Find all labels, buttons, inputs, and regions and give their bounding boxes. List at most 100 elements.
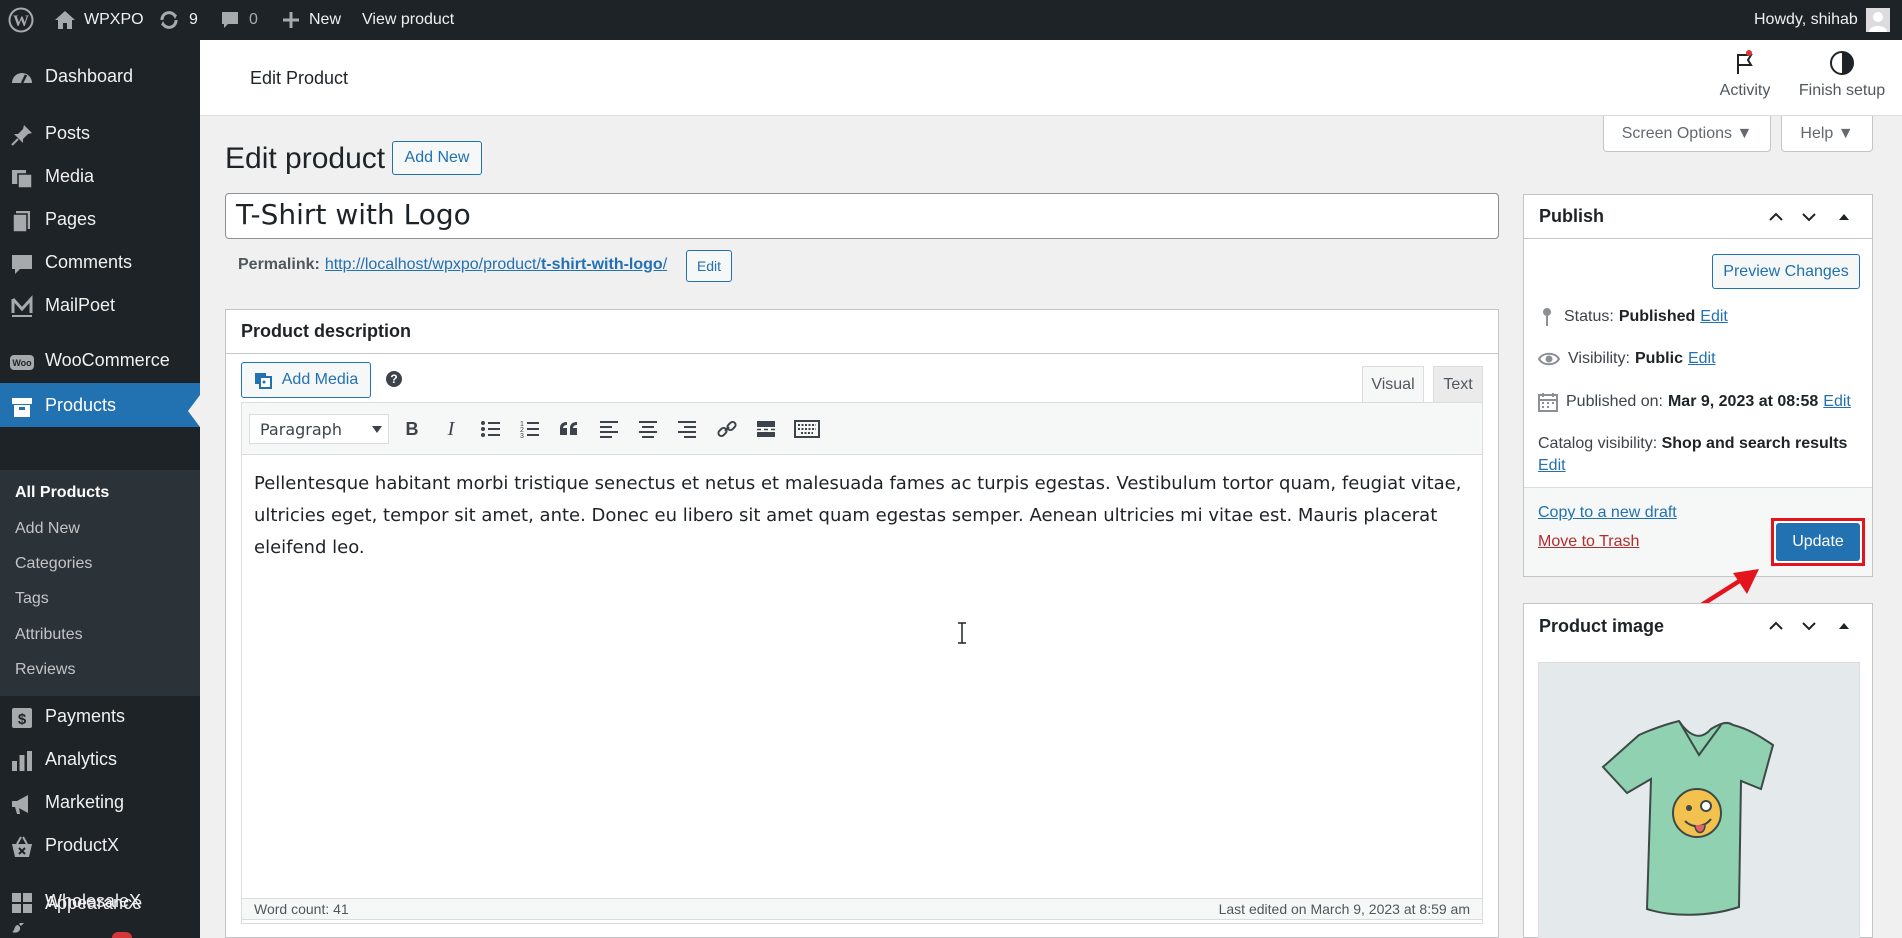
visibility-edit-link[interactable]: Edit: [1688, 350, 1716, 368]
preview-changes-button[interactable]: Preview Changes: [1712, 254, 1860, 289]
my-account-link[interactable]: Howdy, shihab: [1754, 0, 1890, 40]
permalink-base: http://localhost/wpxpo/product/: [324, 256, 541, 273]
copy-draft-link[interactable]: Copy to a new draft: [1538, 504, 1677, 522]
new-content-link[interactable]: New: [282, 0, 341, 40]
product-image-box: Product image: [1523, 603, 1873, 938]
numbered-list-icon[interactable]: 123: [519, 418, 541, 440]
sidebar-item-media[interactable]: Media: [0, 156, 200, 196]
catalog-edit-link[interactable]: Edit: [1538, 457, 1566, 475]
view-product-link[interactable]: View product: [362, 0, 454, 40]
sidebar-item-analytics[interactable]: Analytics: [0, 739, 200, 779]
align-center-icon[interactable]: [637, 418, 659, 440]
avatar: [1865, 8, 1890, 32]
editor-area: Paragraph B I 123 Pellentesque habitant …: [241, 402, 1483, 924]
collapse-triangle-icon[interactable]: [1836, 618, 1852, 634]
sidebar-item-marketing[interactable]: Marketing: [0, 782, 200, 822]
sidebar-item-products[interactable]: Products: [0, 383, 200, 427]
tab-visual[interactable]: Visual: [1362, 366, 1424, 402]
product-title-input[interactable]: T-Shirt with Logo: [225, 193, 1499, 239]
product-image-thumbnail[interactable]: [1538, 662, 1860, 938]
pin-icon: [11, 125, 32, 146]
sidebar-item-label: Marketing: [45, 791, 125, 812]
submenu-attributes[interactable]: Attributes: [15, 626, 83, 644]
add-media-button[interactable]: Add Media: [241, 362, 371, 398]
status-row: Status: Published Edit: [1538, 307, 1728, 327]
admin-bar: W WPXPO 9 0 New View product Howdy, shih…: [0, 0, 1902, 40]
status-value: Published: [1618, 308, 1696, 325]
wordpress-logo-icon[interactable]: W: [8, 0, 34, 40]
sidebar-item-mailpoet[interactable]: MailPoet: [0, 285, 200, 325]
tab-text[interactable]: Text: [1433, 366, 1483, 402]
align-right-icon[interactable]: [676, 418, 698, 440]
submenu-tags[interactable]: Tags: [15, 590, 49, 608]
align-left-icon[interactable]: [598, 418, 620, 440]
sidebar-item-pages[interactable]: Pages: [0, 199, 200, 239]
sidebar-item-posts[interactable]: Posts: [0, 113, 200, 153]
chevron-up-icon[interactable]: [1768, 618, 1784, 634]
chevron-down-icon[interactable]: [1801, 209, 1817, 225]
brush-icon: [12, 923, 24, 933]
sidebar-item-appearance[interactable]: [0, 923, 200, 938]
bold-icon[interactable]: B: [401, 418, 423, 440]
permalink-link[interactable]: http://localhost/wpxpo/product/t-shirt-w…: [325, 256, 667, 274]
catalog-visibility-row: Catalog visibility: Shop and search resu…: [1538, 435, 1847, 453]
sidebar-item-dashboard[interactable]: Dashboard: [0, 56, 200, 96]
site-name-link[interactable]: WPXPO: [54, 0, 144, 40]
help-question-icon[interactable]: ?: [386, 371, 402, 387]
visibility-value: Public: [1634, 350, 1683, 367]
sidebar-item-label: MailPoet: [45, 294, 116, 315]
editor-statusbar: Word count: 41 Last edited on March 9, 2…: [241, 898, 1483, 920]
permalink-edit-button[interactable]: Edit: [686, 250, 732, 282]
permalink-trail: /: [662, 256, 668, 273]
basket-icon: [12, 836, 32, 857]
move-to-trash-link[interactable]: Move to Trash: [1538, 533, 1639, 551]
submenu-add-new[interactable]: Add New: [15, 520, 80, 538]
screen-options-button[interactable]: Screen Options ▼: [1603, 116, 1771, 152]
chevron-up-icon[interactable]: [1768, 209, 1784, 225]
activity-button[interactable]: Activity: [1715, 50, 1775, 100]
updates-icon: [160, 11, 178, 29]
format-select[interactable]: Paragraph: [249, 414, 389, 444]
submenu-reviews[interactable]: Reviews: [15, 661, 75, 679]
read-more-icon[interactable]: [755, 418, 777, 440]
submenu-categories[interactable]: Categories: [15, 555, 92, 573]
chevron-down-icon[interactable]: [1801, 618, 1817, 634]
tshirt-image: [1601, 719, 1775, 916]
link-icon[interactable]: [716, 418, 738, 440]
products-submenu: All Products Add New Categories Tags Att…: [0, 470, 200, 696]
submenu-all-products[interactable]: All Products: [15, 484, 109, 502]
updates-link[interactable]: 9: [158, 0, 198, 40]
update-button[interactable]: Update: [1776, 523, 1860, 561]
help-button[interactable]: Help ▼: [1781, 116, 1873, 152]
editor-toolbar: Paragraph B I 123: [242, 403, 1482, 455]
grid-icon: [12, 893, 32, 913]
editor-content[interactable]: Pellentesque habitant morbi tristique se…: [254, 468, 1464, 564]
sidebar-item-payments[interactable]: $ Payments: [0, 696, 200, 736]
updates-count: 9: [189, 11, 198, 28]
page-title: Edit product: [225, 142, 386, 175]
word-count: Word count: 41: [254, 901, 349, 917]
comments-link[interactable]: 0: [220, 0, 258, 40]
woo-icon: Woo: [10, 355, 34, 370]
sidebar-item-woocommerce[interactable]: Woo WooCommerce: [0, 340, 200, 380]
blockquote-icon[interactable]: [558, 418, 580, 440]
finish-setup-button[interactable]: Finish setup: [1796, 50, 1888, 100]
toolbar-toggle-icon[interactable]: [794, 418, 820, 440]
format-select-value: Paragraph: [260, 420, 342, 439]
published-value: Mar 9, 2023 at 08:58: [1667, 393, 1819, 410]
sidebar-item-productx[interactable]: ProductX: [0, 825, 200, 865]
finish-setup-label: Finish setup: [1798, 82, 1886, 99]
product-image-box-title: Product image: [1539, 615, 1665, 636]
eye-icon: [1538, 352, 1560, 366]
add-media-icon: [254, 373, 272, 389]
sidebar-item-label: ProductX: [45, 834, 120, 855]
bullet-list-icon[interactable]: [480, 418, 502, 440]
italic-icon[interactable]: I: [440, 418, 462, 440]
sidebar-item-comments[interactable]: Comments: [0, 242, 200, 282]
add-new-button[interactable]: Add New: [392, 141, 482, 175]
status-edit-link[interactable]: Edit: [1700, 308, 1728, 326]
published-edit-link[interactable]: Edit: [1823, 393, 1851, 411]
visibility-row: Visibility: Public Edit: [1538, 350, 1716, 368]
collapse-triangle-icon[interactable]: [1836, 209, 1852, 225]
sidebar-item-appearance-label[interactable]: Appearance: [45, 893, 142, 919]
